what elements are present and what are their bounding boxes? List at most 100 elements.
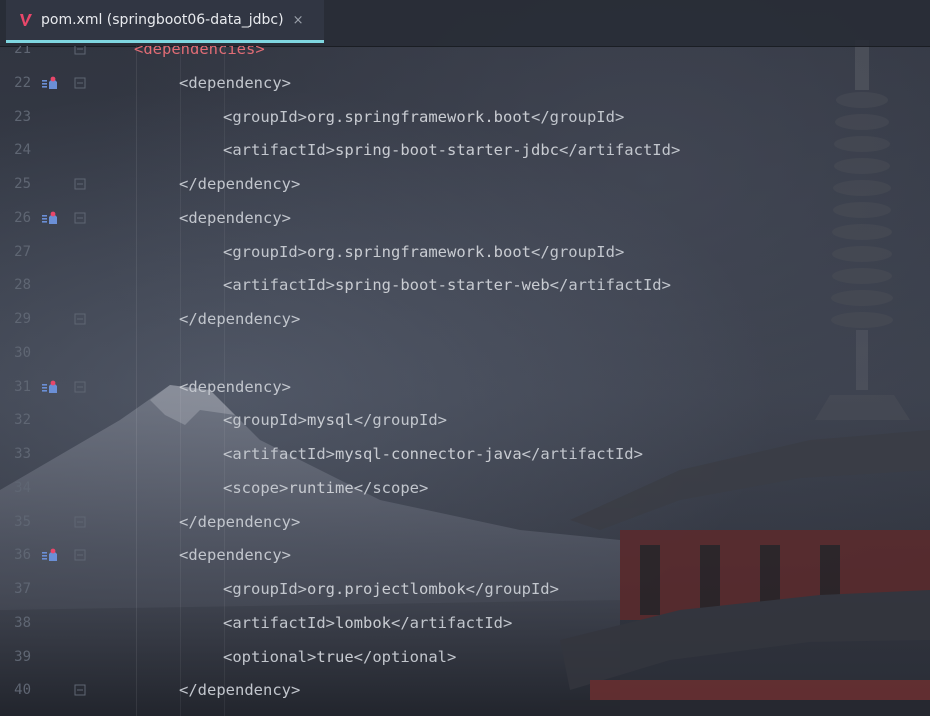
line-number: 21	[14, 46, 31, 57]
code-text[interactable]: <groupId>org.springframework.boot</group…	[223, 100, 624, 134]
line-number: 30	[14, 344, 31, 361]
code-line[interactable]: 35 </dependency>	[0, 505, 930, 539]
code-line[interactable]: 37 <groupId>org.projectlombok</groupId>	[0, 572, 930, 606]
closing-tag: </artifactId>	[558, 141, 681, 160]
code-text[interactable]: <groupId>mysql</groupId>	[223, 403, 447, 437]
element-value: mysql-connector-java	[335, 445, 522, 463]
tag-name: dependency	[197, 175, 291, 193]
tag-close-bracket: >	[255, 46, 265, 58]
code-text[interactable]: <dependencies>	[134, 46, 265, 66]
tag-open-bracket: </	[179, 681, 198, 700]
code-line[interactable]: 29 </dependency>	[0, 302, 930, 336]
code-text[interactable]: </dependency>	[179, 302, 300, 336]
fold-marker-icon[interactable]	[74, 178, 86, 190]
tab-title: pom.xml (springboot06-data_jdbc)	[41, 12, 284, 28]
closing-tag: </artifactId>	[549, 276, 671, 295]
tag-close-bracket: >	[325, 613, 336, 632]
code-text[interactable]: <artifactId>mysql-connector-java</artifa…	[223, 437, 643, 471]
fold-marker-icon[interactable]	[74, 381, 86, 393]
code-line[interactable]: 28 <artifactId>spring-boot-starter-web</a…	[0, 268, 930, 302]
code-text[interactable]: <groupId>org.springframework.boot</group…	[223, 235, 624, 269]
tag-close-bracket: >	[291, 310, 301, 328]
tag-name: dependencies	[143, 46, 256, 58]
tag-name: groupId	[232, 242, 298, 261]
closing-tag: </groupId>	[530, 107, 625, 126]
line-number: 28	[14, 277, 31, 294]
code-text[interactable]: <dependency>	[179, 370, 291, 404]
element-value: org.projectlombok	[307, 580, 466, 598]
editor-tab-bar: pom.xml (springboot06-data_jdbc) ×	[0, 0, 930, 47]
element-value: true	[316, 647, 354, 666]
code-line[interactable]: 38 <artifactId>lombok</artifactId>	[0, 606, 930, 640]
code-text[interactable]: <groupId>org.projectlombok</groupId>	[223, 572, 559, 606]
code-line[interactable]: 25 </dependency>	[0, 167, 930, 201]
code-text[interactable]: </dependency>	[179, 167, 300, 201]
code-line[interactable]: 23 <groupId>org.springframework.boot</gro…	[0, 100, 930, 134]
code-line[interactable]: 22 <dependency>	[0, 66, 930, 100]
tag-open-bracket: </	[179, 310, 198, 328]
code-line[interactable]: 26 <dependency>	[0, 201, 930, 235]
tag-name: optional	[232, 647, 307, 666]
code-text[interactable]: <artifactId>spring-boot-starter-jdbc</ar…	[223, 133, 680, 167]
code-line[interactable]: 36 <dependency>	[0, 538, 930, 572]
indent-guide	[224, 46, 225, 716]
tag-name: artifactId	[232, 276, 326, 295]
maven-file-icon	[18, 12, 34, 28]
fold-marker-icon[interactable]	[74, 684, 86, 696]
element-value: mysql	[307, 411, 354, 430]
tag-close-bracket: >	[297, 580, 308, 598]
code-text[interactable]: <scope>runtime</scope>	[223, 471, 428, 505]
tag-name: dependency	[197, 512, 291, 531]
code-text[interactable]: <optional>true</optional>	[223, 640, 456, 674]
code-line[interactable]: 31 <dependency>	[0, 370, 930, 404]
code-line[interactable]: 33 <artifactId>mysql-connector-java</arti…	[0, 437, 930, 471]
tab-pom-xml[interactable]: pom.xml (springboot06-data_jdbc) ×	[6, 0, 324, 43]
code-line[interactable]: 21 <dependencies>	[0, 46, 930, 66]
dependency-navigate-icon[interactable]	[41, 210, 59, 226]
code-line[interactable]: 34 <scope>runtime</scope>	[0, 471, 930, 505]
code-text[interactable]: <artifactId>lombok</artifactId>	[223, 606, 512, 640]
tab-close-icon[interactable]: ×	[293, 13, 304, 28]
element-value: spring-boot-starter-web	[335, 276, 550, 295]
tag-close-bracket: >	[297, 242, 308, 261]
code-line[interactable]: 40 </dependency>	[0, 673, 930, 707]
tag-close-bracket: >	[307, 647, 317, 666]
tag-name: artifactId	[232, 141, 326, 160]
code-line[interactable]: 32 <groupId>mysql</groupId>	[0, 403, 930, 437]
code-line[interactable]: 27 <groupId>org.springframework.boot</gro…	[0, 235, 930, 269]
line-number: 26	[14, 209, 31, 226]
tag-close-bracket: >	[297, 107, 308, 126]
indent-guide	[180, 46, 181, 716]
dependency-navigate-icon[interactable]	[41, 547, 59, 563]
line-number: 38	[14, 614, 31, 631]
dependency-navigate-icon[interactable]	[41, 75, 59, 91]
code-line[interactable]: 30	[0, 336, 930, 370]
tag-close-bracket: >	[325, 141, 336, 160]
fold-marker-icon[interactable]	[74, 46, 86, 55]
line-number: 22	[14, 74, 31, 91]
tag-close-bracket: >	[281, 73, 292, 92]
tag-open-bracket: </	[179, 512, 198, 531]
code-text[interactable]: <dependency>	[179, 201, 291, 235]
fold-marker-icon[interactable]	[74, 549, 86, 561]
line-number: 39	[14, 648, 31, 665]
code-editor[interactable]: 21 <dependencies> 22 <dependency> 23 <groupId…	[0, 46, 930, 716]
code-line[interactable]: 24 <artifactId>spring-boot-starter-jdbc</…	[0, 133, 930, 167]
code-line[interactable]: 39 <optional>true</optional>	[0, 640, 930, 674]
fold-marker-icon[interactable]	[74, 313, 86, 325]
code-text[interactable]: <dependency>	[179, 538, 291, 572]
element-value: org.springframework.boot	[307, 242, 531, 261]
line-number: 40	[14, 682, 31, 699]
code-text[interactable]: </dependency>	[179, 673, 300, 707]
code-text[interactable]: <artifactId>spring-boot-starter-web</art…	[223, 268, 671, 302]
fold-marker-icon[interactable]	[74, 77, 86, 89]
fold-marker-icon[interactable]	[74, 212, 86, 224]
tag-close-bracket: >	[281, 546, 292, 565]
closing-tag: </artifactId>	[521, 445, 643, 463]
element-value: runtime	[288, 478, 354, 497]
tag-name: dependency	[188, 546, 282, 565]
dependency-navigate-icon[interactable]	[41, 379, 59, 395]
code-text[interactable]: </dependency>	[179, 505, 300, 539]
fold-marker-icon[interactable]	[74, 516, 86, 528]
code-text[interactable]: <dependency>	[179, 66, 291, 100]
